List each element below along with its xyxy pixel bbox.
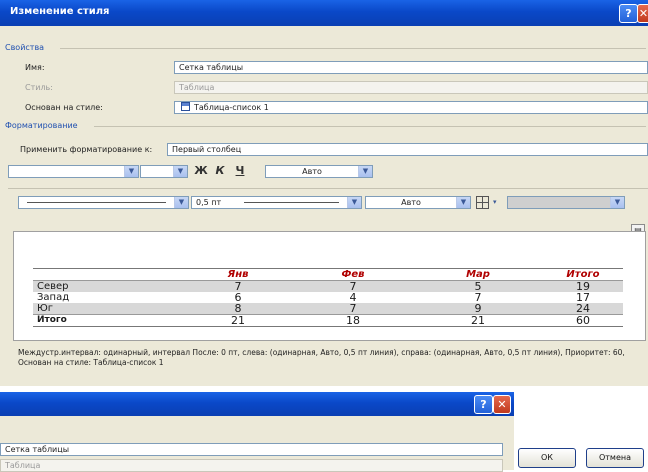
chevron-down-icon[interactable]: ▾ [493, 198, 497, 206]
underline-button[interactable]: Ч [232, 164, 248, 177]
window-title: Изменение стиля [10, 6, 110, 17]
type-value: Таблица [179, 83, 215, 92]
table-cell: 21 [183, 314, 293, 327]
table-cell: Итого [33, 314, 183, 327]
chevron-down-icon: ▼ [358, 166, 372, 177]
line-style-select[interactable]: ▼ [18, 196, 189, 209]
table-header-cell: Янв [183, 268, 293, 281]
based-on-label: Основан на стиле: [25, 103, 103, 112]
chevron-down-icon: ▼ [347, 197, 361, 208]
second-close-button[interactable]: ✕ [493, 395, 511, 414]
table-cell: 9 [413, 303, 543, 315]
table-cell: Север [33, 280, 183, 292]
second-help-button[interactable]: ? [474, 395, 493, 414]
table-header-cell: Итого [543, 268, 623, 281]
font-color-select[interactable]: Авто ▼ [265, 165, 373, 178]
table-cell: 8 [183, 303, 293, 315]
table-cell: Запад [37, 292, 70, 303]
chevron-down-icon: ▼ [456, 197, 470, 208]
preview-table: Янв Фев Мар Итого Север 7 7 5 19 Запад 6… [33, 268, 623, 327]
name-input[interactable]: Сетка таблицы [174, 61, 648, 74]
line-width-select[interactable]: 0,5 пт ▼ [191, 196, 362, 209]
table-icon [181, 102, 190, 111]
cancel-button[interactable]: Отмена [586, 448, 644, 468]
ok-button[interactable]: ОК [518, 448, 576, 468]
table-cell: 60 [543, 314, 623, 327]
bold-button[interactable]: Ж [193, 164, 209, 177]
table-cell: 24 [543, 303, 623, 315]
shading-color-select[interactable]: ▼ [507, 196, 625, 209]
borders-icon[interactable] [476, 196, 489, 209]
name-label: Имя: [25, 63, 45, 72]
table-total-row: Итого 21 18 21 60 [33, 314, 623, 327]
table-header-cell: Мар [413, 268, 543, 281]
divider [94, 126, 646, 127]
second-dialog-title-bar [0, 392, 514, 416]
table-cell: Юг [33, 303, 183, 315]
second-type-select: Таблица [0, 459, 503, 472]
apply-to-select[interactable]: Первый столбец [167, 143, 648, 156]
line-width-value: 0,5 пт [196, 198, 222, 207]
divider [8, 188, 648, 189]
apply-to-label: Применить форматирование к: [20, 145, 153, 154]
properties-section-label: Свойства [5, 43, 45, 52]
table-cell: 21 [413, 314, 543, 327]
table-cell: 7 [293, 303, 413, 315]
line-sample [27, 202, 166, 203]
help-button[interactable]: ? [619, 4, 638, 23]
chevron-down-icon: ▼ [124, 166, 138, 177]
chevron-down-icon: ▼ [173, 166, 187, 177]
table-row: Север 7 7 5 19 [33, 280, 623, 292]
font-size-select[interactable]: ▼ [140, 165, 188, 178]
table-header-cell [33, 268, 183, 281]
italic-button[interactable]: К [212, 164, 228, 177]
chevron-down-icon: ▼ [174, 197, 188, 208]
table-row: Запад 6 4 7 17 [33, 292, 623, 303]
second-type-value: Таблица [5, 461, 41, 470]
table-header-row: Янв Фев Мар Итого [33, 268, 623, 281]
type-select: Таблица [174, 81, 648, 94]
based-on-value: Таблица-список 1 [194, 103, 269, 112]
apply-to-value: Первый столбец [172, 145, 242, 154]
formatting-section-label: Форматирование [5, 121, 78, 130]
chevron-down-icon: ▼ [610, 197, 624, 208]
font-select[interactable]: ▼ [8, 165, 139, 178]
font-color-value: Авто [302, 167, 322, 176]
table-header-cell: Фев [293, 268, 413, 281]
divider [60, 48, 646, 49]
border-color-value: Авто [401, 198, 421, 207]
table-cell: 18 [293, 314, 413, 327]
based-on-select[interactable]: Таблица-список 1 [174, 101, 648, 114]
border-color-select[interactable]: Авто ▼ [365, 196, 471, 209]
table-row: Юг 8 7 9 24 [33, 303, 623, 315]
type-label: Стиль: [25, 83, 53, 92]
second-name-input[interactable]: Сетка таблицы [0, 443, 503, 456]
close-button[interactable]: ✕ [637, 4, 648, 23]
style-description: Междустр.интервал: одинарный, интервал П… [18, 348, 625, 367]
line-sample [244, 202, 339, 203]
